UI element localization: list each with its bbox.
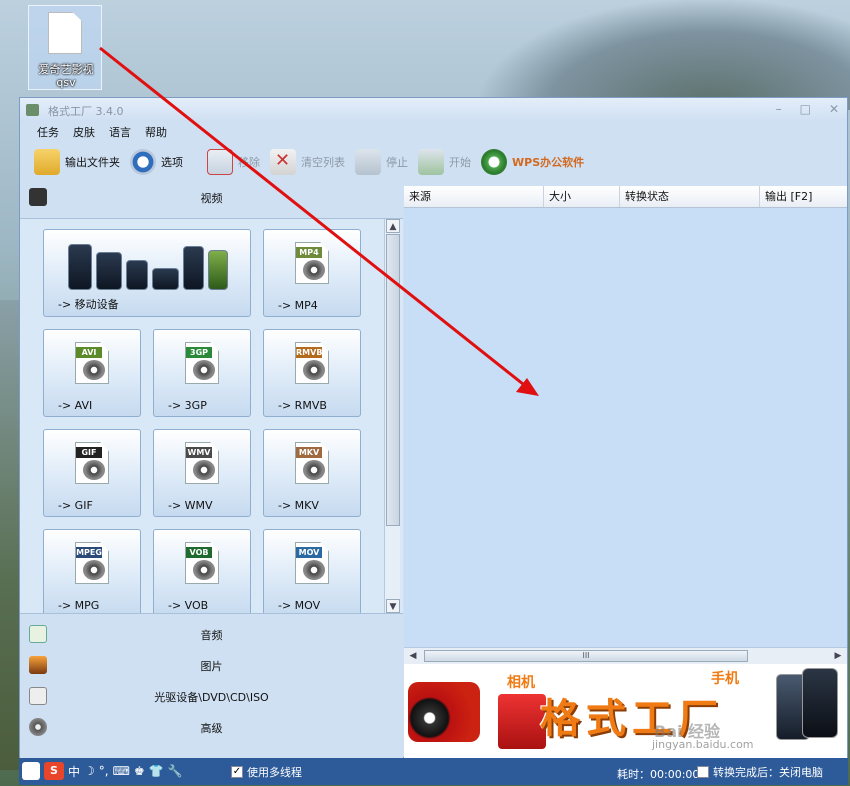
ime-keyboard-icon[interactable]: ⌨	[113, 764, 130, 778]
minimize-button[interactable]: –	[776, 102, 782, 116]
scroll-up-icon[interactable]: ▲	[386, 219, 400, 233]
category-panel: 视频 -> 移动设备 MP4 -> MP4 AVI -> AVI 3GP -> …	[20, 182, 403, 759]
vob-file-icon: VOB	[185, 542, 219, 584]
menu-language[interactable]: 语言	[109, 124, 131, 140]
tile-mpg[interactable]: MPEG -> MPG	[43, 529, 141, 613]
stop-button[interactable]: 停止	[355, 149, 408, 175]
output-folder-button[interactable]: 输出文件夹	[34, 149, 120, 175]
camera-image	[498, 694, 546, 749]
ime-toolbar: S 中 ☽ °, ⌨ ♚ 👕 🔧	[22, 762, 183, 780]
video-format-grid: -> 移动设备 MP4 -> MP4 AVI -> AVI 3GP -> 3GP…	[20, 218, 403, 614]
folder-status-icon[interactable]	[22, 762, 40, 780]
category-disc[interactable]: 光驱设备\DVD\CD\ISO	[20, 681, 403, 712]
tile-gif[interactable]: GIF -> GIF	[43, 429, 141, 517]
banner-camera-label: 相机	[507, 675, 535, 691]
baidu-watermark-url: jingyan.baidu.com	[652, 738, 754, 751]
smartphone-image	[802, 668, 838, 738]
ime-moon-icon[interactable]: ☽	[84, 764, 95, 778]
format-factory-window: 格式工厂 3.4.0 – □ ✕ 任务 皮肤 语言 帮助 输出文件夹 选项 移除…	[19, 97, 848, 759]
mkv-file-icon: MKV	[295, 442, 329, 484]
menu-skin[interactable]: 皮肤	[73, 124, 95, 140]
app-icon	[26, 104, 39, 116]
options-button[interactable]: 选项	[130, 149, 183, 175]
task-list-hscrollbar[interactable]: ◀ III ▶	[404, 647, 847, 664]
file-icon	[48, 12, 82, 54]
hscroll-thumb[interactable]: III	[424, 650, 748, 662]
ime-wrench-icon[interactable]: 🔧	[168, 764, 183, 778]
status-bar: S 中 ☽ °, ⌨ ♚ 👕 🔧 ✓ 使用多线程 耗时：00:00:00 转换完…	[19, 758, 848, 785]
tile-3gp[interactable]: 3GP -> 3GP	[153, 329, 251, 417]
tile-mp4[interactable]: MP4 -> MP4	[263, 229, 361, 317]
close-button[interactable]: ✕	[829, 102, 839, 116]
desktop-file-ext: qsv	[56, 76, 76, 89]
shutdown-checkbox[interactable]	[697, 766, 709, 778]
mobile-devices-icon	[68, 238, 228, 290]
maximize-button[interactable]: □	[800, 102, 811, 116]
start-icon	[418, 149, 444, 175]
desktop-file-icon[interactable]: 爱奇艺影视 qsv	[28, 5, 102, 90]
scroll-thumb[interactable]	[386, 234, 400, 526]
multithread-toggle[interactable]: ✓ 使用多线程	[231, 764, 302, 780]
toolbar: 输出文件夹 选项 移除 清空列表 停止 开始 WPS办公软件	[20, 142, 847, 182]
tile-mobile-device[interactable]: -> 移动设备	[43, 229, 251, 317]
remove-icon	[207, 149, 233, 175]
window-title: 格式工厂 3.4.0	[48, 105, 124, 118]
3gp-file-icon: 3GP	[185, 342, 219, 384]
menu-help[interactable]: 帮助	[145, 124, 167, 140]
clear-icon	[270, 149, 296, 175]
task-list-header: 来源 大小 转换状态 输出 [F2]	[404, 186, 847, 208]
grid-scrollbar[interactable]: ▲ ▼	[384, 219, 400, 613]
mpeg-file-icon: MPEG	[75, 542, 109, 584]
category-audio[interactable]: 音频	[20, 619, 403, 650]
tile-vob[interactable]: VOB -> VOB	[153, 529, 251, 613]
shutdown-after-toggle[interactable]: 转换完成后：关闭电脑	[697, 764, 823, 780]
multithread-checkbox[interactable]: ✓	[231, 766, 243, 778]
col-output[interactable]: 输出 [F2]	[760, 186, 847, 207]
wps-button[interactable]: WPS办公软件	[481, 149, 584, 175]
camcorder-image	[408, 682, 480, 742]
ime-user-icon[interactable]: ♚	[134, 764, 145, 778]
folder-icon	[34, 149, 60, 175]
elapsed-time: 耗时：00:00:00	[617, 768, 700, 781]
wmv-file-icon: WMV	[185, 442, 219, 484]
clear-list-button[interactable]: 清空列表	[270, 149, 345, 175]
ime-chinese-toggle[interactable]: 中	[68, 763, 80, 780]
stop-icon	[355, 149, 381, 175]
mp4-file-icon: MP4	[295, 242, 329, 284]
menu-bar: 任务 皮肤 语言 帮助	[20, 122, 847, 142]
tile-avi[interactable]: AVI -> AVI	[43, 329, 141, 417]
tile-mov[interactable]: MOV -> MOV	[263, 529, 361, 613]
ime-punct-icon[interactable]: °,	[99, 764, 109, 778]
remove-button[interactable]: 移除	[207, 149, 260, 175]
scroll-right-icon[interactable]: ▶	[831, 649, 845, 663]
wps-icon	[481, 149, 507, 175]
desktop-file-name: 爱奇艺影视	[38, 63, 94, 76]
mov-file-icon: MOV	[295, 542, 329, 584]
category-advanced[interactable]: 高级	[20, 712, 403, 743]
category-video[interactable]: 视频	[20, 182, 403, 213]
desktop-wallpaper-hill	[480, 0, 850, 110]
title-bar: 格式工厂 3.4.0 – □ ✕	[20, 98, 847, 122]
start-button[interactable]: 开始	[418, 149, 471, 175]
category-image[interactable]: 图片	[20, 650, 403, 681]
avi-file-icon: AVI	[75, 342, 109, 384]
task-list-panel: 来源 大小 转换状态 输出 [F2] ◀ III ▶ 相机 格式工厂 手机 Ba…	[404, 186, 847, 759]
menu-task[interactable]: 任务	[37, 124, 59, 140]
sogou-s-icon[interactable]: S	[44, 762, 64, 780]
scroll-down-icon[interactable]: ▼	[386, 599, 400, 613]
tile-wmv[interactable]: WMV -> WMV	[153, 429, 251, 517]
col-source[interactable]: 来源	[404, 186, 544, 207]
ad-banner[interactable]: 相机 格式工厂 手机 Bai 经验 jingyan.baidu.com	[404, 664, 847, 759]
scroll-left-icon[interactable]: ◀	[406, 649, 420, 663]
tile-mkv[interactable]: MKV -> MKV	[263, 429, 361, 517]
ime-skin-icon[interactable]: 👕	[149, 764, 164, 778]
col-status[interactable]: 转换状态	[620, 186, 760, 207]
tile-rmvb[interactable]: RMVB -> RMVB	[263, 329, 361, 417]
banner-phone-label: 手机	[711, 671, 739, 687]
gif-file-icon: GIF	[75, 442, 109, 484]
options-icon	[130, 149, 156, 175]
col-size[interactable]: 大小	[544, 186, 620, 207]
rmvb-file-icon: RMVB	[295, 342, 329, 384]
